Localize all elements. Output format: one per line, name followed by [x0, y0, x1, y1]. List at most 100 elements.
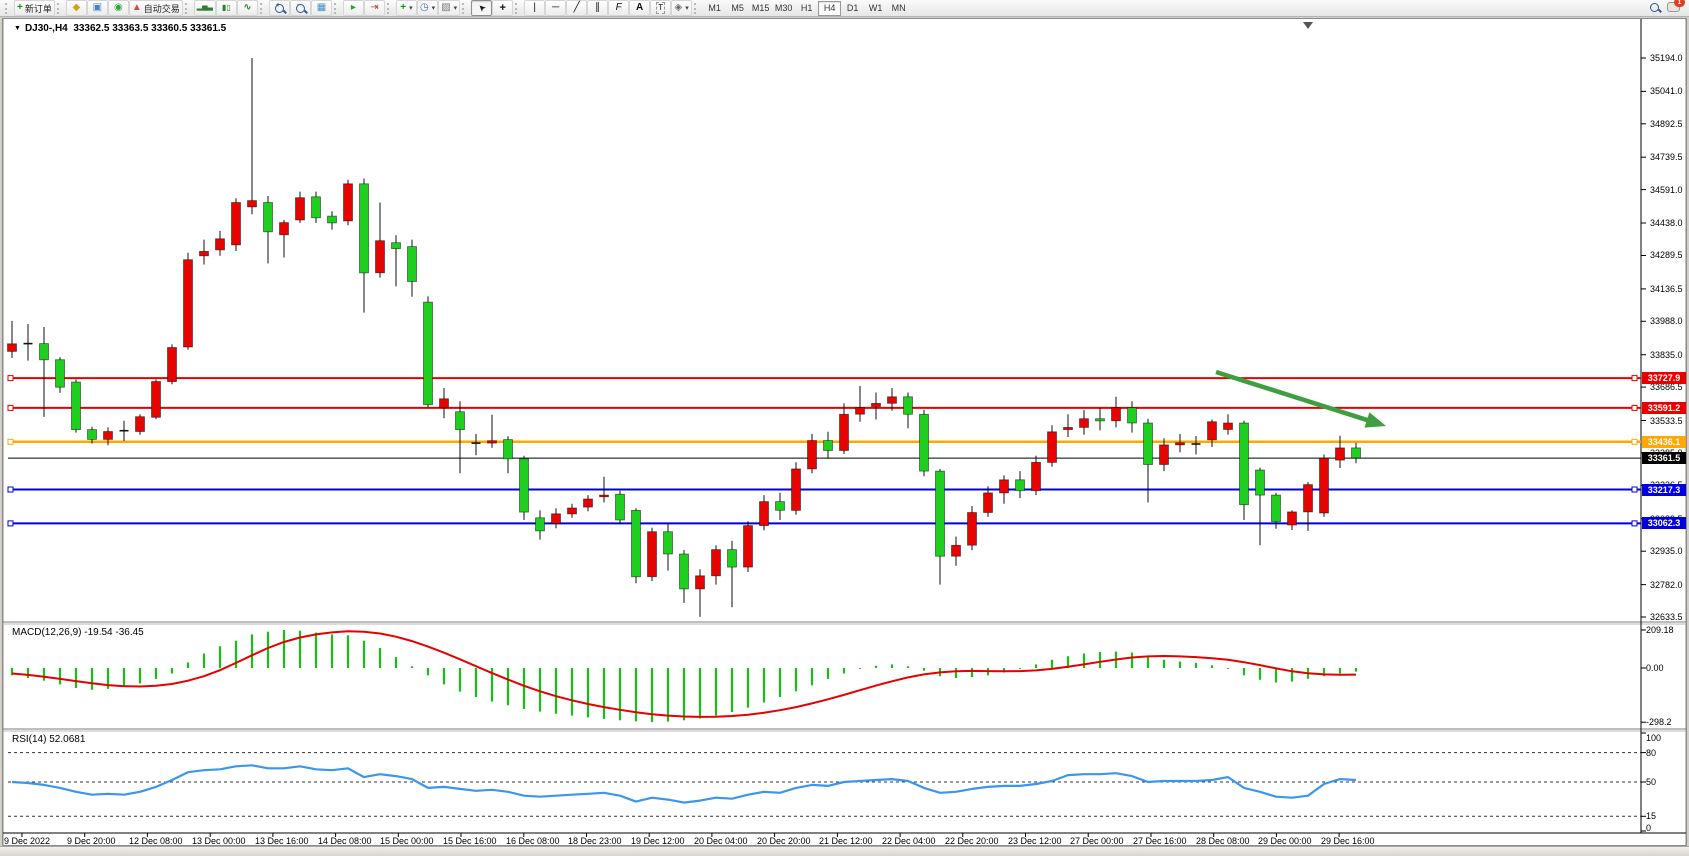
time-axis-label: 23 Dec 12:00 [1008, 836, 1062, 846]
trend-arrow-head[interactable] [1365, 412, 1387, 427]
bear-candle [616, 494, 625, 520]
price-tick-label: 32633.5 [1650, 612, 1683, 622]
price-tick-label: 34289.5 [1650, 250, 1683, 260]
bull-candle [712, 550, 721, 576]
chart-dropdown-icon[interactable]: ▼ [14, 25, 21, 32]
bear-candle [56, 360, 65, 388]
time-axis-label: 9 Dec 20:00 [67, 836, 116, 846]
line-anchor[interactable] [8, 521, 13, 526]
level-price-label: 33436.1 [1642, 436, 1686, 448]
chart-ohlc-values: 33362.5 33363.5 33360.5 33361.5 [73, 23, 226, 34]
bull-candle [1048, 432, 1057, 463]
bull-candle [1176, 443, 1185, 445]
bull-candle [1112, 408, 1121, 421]
bull-candle [488, 441, 497, 443]
bull-candle [136, 417, 145, 432]
chart-shift-marker[interactable] [1303, 22, 1313, 29]
time-axis-label: 20 Dec 04:00 [694, 836, 748, 846]
bear-candle [72, 382, 81, 430]
line-anchor[interactable] [8, 439, 13, 444]
line-anchor[interactable] [8, 487, 13, 492]
status-bar [0, 846, 1689, 856]
time-axis-label: 29 Dec 16:00 [1321, 836, 1375, 846]
bull-candle [1336, 448, 1345, 460]
bull-candle [168, 348, 177, 382]
price-chart-canvas[interactable] [0, 0, 1689, 856]
bull-candle [888, 397, 897, 404]
rsi-scale-label: 15 [1646, 811, 1656, 821]
bear-candle [824, 441, 833, 451]
bull-candle [152, 382, 161, 418]
price-tick-label: 33835.0 [1650, 350, 1683, 360]
bull-candle [1160, 445, 1169, 465]
bear-candle [1128, 408, 1137, 423]
bull-candle [856, 408, 865, 415]
bull-candle [600, 495, 609, 497]
bear-candle [520, 459, 529, 512]
time-axis-label: 15 Dec 16:00 [443, 836, 497, 846]
time-axis-label: 22 Dec 04:00 [882, 836, 936, 846]
time-axis-label: 29 Dec 00:00 [1258, 836, 1312, 846]
bear-candle [456, 412, 465, 430]
bear-candle [920, 414, 929, 471]
bull-candle [1000, 480, 1009, 493]
bear-candle [264, 203, 273, 232]
price-tick-label: 34892.5 [1650, 119, 1683, 129]
price-tick-label: 34591.0 [1650, 185, 1683, 195]
time-axis-label: 27 Dec 16:00 [1133, 836, 1187, 846]
bull-candle [104, 432, 113, 440]
rsi-scale-label: 80 [1646, 748, 1656, 758]
bear-candle [664, 532, 673, 554]
time-axis-label: 13 Dec 00:00 [192, 836, 246, 846]
macd-scale-label: -298.2 [1646, 717, 1672, 727]
bull-candle [872, 403, 881, 406]
time-axis-label: 19 Dec 12:00 [631, 836, 685, 846]
time-axis-label: 21 Dec 12:00 [819, 836, 873, 846]
line-anchor[interactable] [1632, 405, 1637, 410]
bear-candle [1144, 423, 1153, 465]
bear-candle [328, 216, 337, 223]
bear-candle [1240, 423, 1249, 505]
price-tick-label: 32935.0 [1650, 546, 1683, 556]
bull-candle [280, 223, 289, 235]
bull-candle [232, 203, 241, 245]
time-axis-label: 12 Dec 08:00 [129, 836, 183, 846]
price-tick-label: 34438.0 [1650, 218, 1683, 228]
bull-candle [696, 576, 705, 589]
line-anchor[interactable] [1632, 439, 1637, 444]
bear-candle [360, 184, 369, 273]
price-tick-label: 35194.0 [1650, 53, 1683, 63]
price-tick-label: 34739.5 [1650, 152, 1683, 162]
level-price-label: 33591.2 [1642, 402, 1686, 414]
price-tick-label: 33988.0 [1650, 316, 1683, 326]
bull-candle [968, 513, 977, 546]
time-axis-label: 15 Dec 00:00 [380, 836, 434, 846]
bear-candle [776, 502, 785, 511]
time-axis-label: 20 Dec 20:00 [757, 836, 811, 846]
rsi-line [12, 765, 1356, 802]
bull-candle [808, 441, 817, 469]
line-anchor[interactable] [1632, 376, 1637, 381]
bear-candle [1352, 448, 1361, 458]
bull-candle [8, 344, 17, 352]
time-axis-label: 16 Dec 08:00 [506, 836, 560, 846]
level-price-label: 33727.9 [1642, 372, 1686, 384]
bull-candle [216, 239, 225, 250]
bear-candle [40, 344, 49, 360]
bear-candle [728, 550, 737, 568]
bear-candle [680, 554, 689, 589]
bear-candle [408, 247, 417, 282]
bull-candle [344, 184, 353, 221]
line-anchor[interactable] [1632, 487, 1637, 492]
bull-candle [1288, 512, 1297, 525]
macd-scale-label: 0.00 [1646, 663, 1664, 673]
line-anchor[interactable] [8, 376, 13, 381]
line-anchor[interactable] [1632, 521, 1637, 526]
bull-candle [584, 499, 593, 507]
bull-candle [568, 508, 577, 514]
line-anchor[interactable] [8, 405, 13, 410]
trend-arrow-line[interactable] [1216, 372, 1373, 422]
price-tick-label: 35041.0 [1650, 86, 1683, 96]
price-tick-label: 32782.0 [1650, 580, 1683, 590]
rsi-scale-label: 0 [1646, 823, 1651, 833]
